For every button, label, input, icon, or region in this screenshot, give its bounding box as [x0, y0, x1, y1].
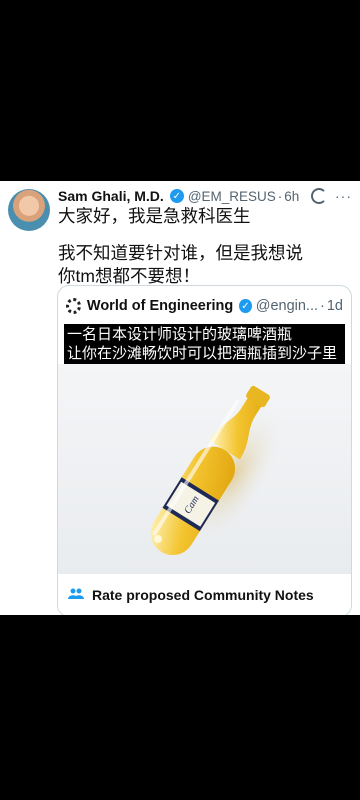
author-name[interactable]: Sam Ghali, M.D. — [58, 188, 164, 204]
quote-image[interactable]: Cam — [58, 364, 351, 574]
quote-author-name[interactable]: World of Engineering — [87, 298, 233, 314]
tweet-actions: ··· — [311, 188, 352, 204]
tweet-line-2: 我不知道要针对谁，但是我想说 你tm想都不要想！ — [58, 243, 303, 286]
quote-header: World of Engineering ✓ @engin... · 1d — [66, 298, 343, 314]
quote-time[interactable]: 1d — [327, 298, 343, 314]
gear-icon — [66, 298, 81, 314]
verified-icon: ✓ — [239, 299, 252, 313]
beer-bottle-image: Cam — [150, 385, 285, 556]
community-notes-label[interactable]: Rate proposed Community Notes — [92, 587, 314, 603]
quoted-tweet[interactable]: World of Engineering ✓ @engin... · 1d Ca… — [57, 285, 352, 615]
quote-handle[interactable]: @engin... — [256, 298, 318, 314]
verified-icon: ✓ — [169, 189, 184, 203]
community-notes-bar[interactable]: Rate proposed Community Notes — [58, 574, 351, 615]
more-icon[interactable]: ··· — [335, 188, 352, 204]
tweet-line-1: 大家好，我是急救科医生 — [58, 206, 251, 226]
author-handle[interactable]: @EM_RESUS — [188, 189, 276, 204]
dot-separator: · — [320, 298, 325, 314]
tweet-header: Sam Ghali, M.D. ✓ @EM_RESUS · 6h ··· — [58, 186, 352, 206]
caption-line-2: 让你在沙滩畅饮时可以把酒瓶插到沙子里 — [67, 345, 338, 362]
dot-separator: · — [277, 188, 283, 204]
grok-icon[interactable] — [311, 188, 327, 204]
caption-line-1: 一名日本设计师设计的玻璃啤酒瓶 — [67, 326, 293, 343]
caption-overlay: 一名日本设计师设计的玻璃啤酒瓶 让你在沙滩畅饮时可以把酒瓶插到沙子里 — [64, 324, 345, 364]
tweet-card[interactable]: Sam Ghali, M.D. ✓ @EM_RESUS · 6h ··· 大家好… — [0, 181, 360, 615]
tweet-time[interactable]: 6h — [284, 189, 299, 204]
avatar[interactable] — [8, 189, 50, 231]
people-icon — [68, 587, 84, 603]
